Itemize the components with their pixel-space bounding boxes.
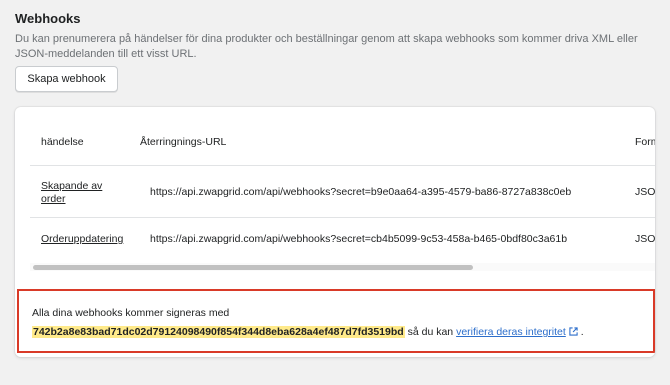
signature-notice: Alla dina webhooks kommer signeras med 7… [17,289,655,353]
table-header-row: händelse Återringnings-URL Form [30,119,655,165]
signature-middle-text: så du kan [407,326,454,338]
format-value: JSON [635,233,655,245]
callback-url: https://api.zwapgrid.com/api/webhooks?se… [150,186,572,198]
column-header-event: händelse [41,136,84,148]
external-link-icon [569,327,578,336]
event-link[interactable]: Skapande av order [41,180,121,205]
table-row: Orderuppdatering https://api.zwapgrid.co… [30,217,655,259]
signing-secret-key: 742b2a8e83bad71dc02d79124098490f854f344d… [32,326,405,338]
column-header-format: Form [635,136,655,148]
section-title: Webhooks [15,11,81,26]
create-webhook-button[interactable]: Skapa webhook [15,66,118,92]
callback-url: https://api.zwapgrid.com/api/webhooks?se… [150,233,568,245]
verify-integrity-link-label: verifiera deras integritet [456,326,566,338]
horizontal-scrollbar-thumb[interactable] [33,265,473,270]
signature-intro: Alla dina webhooks kommer signeras med [32,307,230,319]
column-header-callback-url: Återringnings-URL [140,136,227,148]
event-link[interactable]: Orderuppdatering [41,233,123,245]
section-description: Du kan prenumerera på händelser för dina… [15,33,638,60]
webhooks-card: händelse Återringnings-URL Form Skapande… [15,107,655,357]
format-value: JSON [635,186,655,198]
webhooks-table: händelse Återringnings-URL Form Skapande… [30,119,655,274]
signature-end-text: . [580,326,584,338]
table-row: Skapande av order https://api.zwapgrid.c… [30,165,655,217]
signature-line: 742b2a8e83bad71dc02d79124098490f854f344d… [32,326,584,338]
verify-integrity-link[interactable]: verifiera deras integritet [456,326,578,338]
